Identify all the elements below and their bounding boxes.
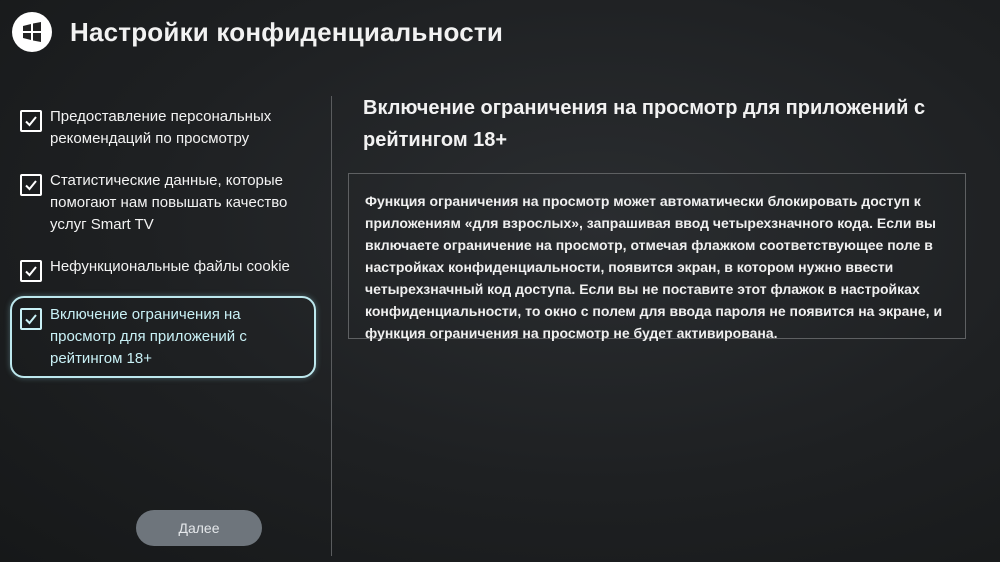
detail-description-box: Функция ограничения на просмотр может ав… [348,173,966,341]
header: Настройки конфиденциальности [12,10,503,54]
panel-divider [331,96,332,556]
option-cookies[interactable]: Нефункциональные файлы cookie [10,250,316,288]
checkbox-checked-icon[interactable] [20,174,42,196]
options-list: Предоставление персональных рекомендаций… [10,100,316,386]
option-label: Включение ограничения на просмотр для пр… [50,306,247,367]
checkbox-checked-icon[interactable] [20,110,42,132]
detail-description: Функция ограничения на просмотр может ав… [365,193,943,341]
option-personal-recommendations[interactable]: Предоставление персональных рекомендаций… [10,100,316,156]
option-label: Статистические данные, которые помогают … [50,172,288,233]
next-button[interactable]: Далее [136,510,262,546]
checkbox-checked-icon[interactable] [20,260,42,282]
option-statistics[interactable]: Статистические данные, которые помогают … [10,164,316,242]
checkbox-checked-icon[interactable] [20,308,42,330]
option-label: Нефункциональные файлы cookie [50,258,290,275]
detail-title: Включение ограничения на просмотр для пр… [363,97,926,151]
option-parental-lock[interactable]: Включение ограничения на просмотр для пр… [10,296,316,378]
option-label: Предоставление персональных рекомендаций… [50,108,272,147]
page-title: Настройки конфиденциальности [70,16,504,47]
app-grid-logo-icon [12,12,52,52]
